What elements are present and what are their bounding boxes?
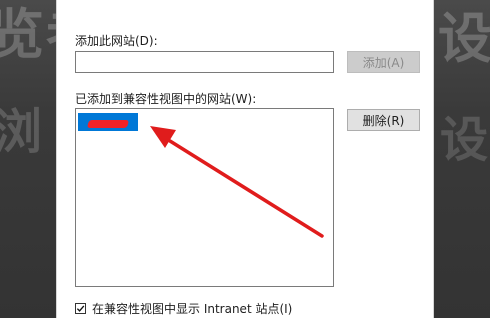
- added-site-item[interactable]: [78, 113, 138, 131]
- add-site-label: 添加此网站(D):: [75, 34, 158, 48]
- checkmark-icon: [76, 305, 85, 312]
- add-site-button[interactable]: 添加(A): [347, 51, 420, 73]
- background-text-right-top: 设: [438, 7, 490, 70]
- delete-site-button[interactable]: 删除(R): [347, 109, 420, 131]
- intranet-checkbox[interactable]: [75, 303, 86, 314]
- compatibility-view-settings-dialog: 添加此网站(D): 添加(A) 已添加到兼容性视图中的网站(W): 删除(R) …: [56, 0, 434, 318]
- background-text-right-middle: 设: [440, 112, 490, 168]
- add-site-input[interactable]: [75, 51, 334, 73]
- intranet-checkbox-label: 在兼容性视图中显示 Intranet 站点(I): [92, 302, 293, 316]
- intranet-checkbox-row[interactable]: 在兼容性视图中显示 Intranet 站点(I): [75, 300, 292, 317]
- added-sites-listbox[interactable]: [75, 108, 334, 287]
- added-sites-label: 已添加到兼容性视图中的网站(W):: [75, 92, 257, 106]
- redaction-mark: [86, 120, 130, 128]
- background-text-left-middle: 浏: [0, 104, 45, 160]
